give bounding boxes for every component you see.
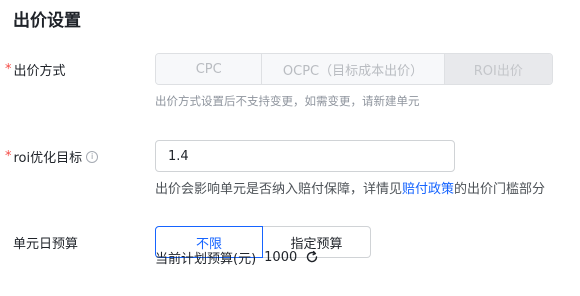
roi-target-label-row: * roi优化目标 i — [5, 147, 99, 166]
bid-method-selector: CPC OCPC（目标成本出价） ROI出价 — [155, 53, 553, 85]
bid-method-option-ocpc[interactable]: OCPC（目标成本出价） — [262, 54, 445, 84]
required-mark: * — [5, 62, 12, 77]
current-budget-label: 当前计划预算(元) — [155, 251, 257, 267]
roi-target-label: roi优化目标 — [13, 151, 83, 166]
desc-suffix: 的出价门槛部分 — [454, 182, 546, 197]
info-circle-icon[interactable]: i — [86, 150, 99, 163]
section-title: 出价设置 — [13, 11, 81, 31]
current-plan-budget: 当前计划预算(元) 1000 — [155, 248, 319, 267]
roi-target-input[interactable] — [155, 140, 455, 172]
bid-method-hint: 出价方式设置后不支持变更，如需变更，请新建单元 — [155, 94, 420, 108]
bid-method-label: 出价方式 — [13, 64, 66, 79]
refresh-icon[interactable] — [305, 250, 319, 264]
roi-target-description: 出价会影响单元是否纳入赔付保障，详情见赔付政策的出价门槛部分 — [155, 178, 545, 197]
daily-budget-label: 单元日预算 — [13, 237, 79, 252]
bid-method-option-cpc[interactable]: CPC — [156, 54, 263, 84]
bid-method-option-roi[interactable]: ROI出价 — [444, 54, 552, 84]
daily-budget-label-row: 单元日预算 — [13, 233, 78, 252]
compensation-policy-link[interactable]: 赔付政策 — [402, 182, 454, 197]
required-mark: * — [5, 149, 12, 164]
bid-method-label-row: * 出价方式 — [5, 60, 66, 79]
bid-settings-panel: 出价设置 * 出价方式 CPC OCPC（目标成本出价） ROI出价 出价方式设… — [0, 0, 580, 296]
current-budget-value: 1000 — [264, 249, 298, 265]
desc-prefix: 出价会影响单元是否纳入赔付保障，详情见 — [155, 182, 403, 197]
